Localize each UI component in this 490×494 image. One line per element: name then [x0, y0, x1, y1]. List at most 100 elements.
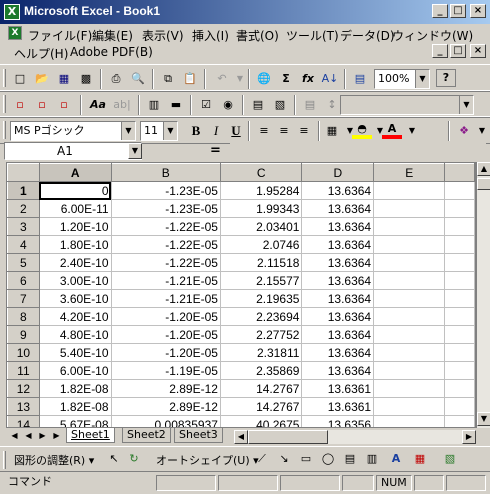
spreadsheet-grid[interactable]: A B C D E 1 0 -1.23E-05 1.95284 13.6364 2 6.00…: [6, 162, 476, 428]
cell-c[interactable]: 2.31811: [219, 343, 303, 362]
borders-icon[interactable]: ▦: [322, 121, 342, 141]
font-color-icon[interactable]: A: [382, 121, 402, 139]
row-header[interactable]: 7: [7, 289, 40, 308]
chevron-down-icon[interactable]: ▼: [459, 96, 473, 114]
undo-icon[interactable]: ↶: [212, 69, 232, 89]
cell-e[interactable]: [373, 253, 446, 272]
cell-b[interactable]: -1.20E-05: [110, 343, 221, 362]
textbox-icon[interactable]: ▤: [340, 449, 360, 469]
cell-b[interactable]: -1.21E-05: [110, 289, 221, 308]
row-header[interactable]: 12: [7, 379, 40, 398]
cell-c[interactable]: 1.99343: [219, 199, 303, 218]
cell-b[interactable]: 2.89E-12: [110, 397, 221, 416]
select-objects-icon[interactable]: ↖: [104, 449, 124, 469]
cell-c[interactable]: 2.0746: [219, 235, 303, 254]
vertical-scrollbar[interactable]: ▲ ▼: [476, 162, 490, 428]
rectangle-icon[interactable]: ▭: [296, 449, 316, 469]
row-header[interactable]: 5: [7, 253, 40, 272]
cell-e[interactable]: [373, 361, 446, 380]
menu-help[interactable]: ヘルプ(H): [14, 45, 68, 62]
cell-f[interactable]: [444, 181, 475, 200]
cell-a[interactable]: 3.00E-10: [38, 271, 112, 290]
font-color-dropdown-icon[interactable]: ▼: [402, 121, 422, 141]
cell-a[interactable]: 4.20E-10: [38, 307, 112, 326]
cell-f[interactable]: [444, 271, 475, 290]
workbook-icon[interactable]: X: [8, 26, 22, 40]
menu-data[interactable]: データ(D): [340, 27, 395, 44]
row-header[interactable]: 9: [7, 325, 40, 344]
cell-e[interactable]: [373, 217, 446, 236]
name-box[interactable]: A1: [4, 142, 142, 160]
cell-d[interactable]: 13.6364: [301, 289, 375, 308]
excel-app-icon[interactable]: X: [4, 4, 20, 20]
vertical-textbox-icon[interactable]: ▥: [362, 449, 382, 469]
tab-sheet2[interactable]: Sheet2: [122, 428, 171, 443]
toolbar-options-icon[interactable]: ▼: [472, 121, 490, 141]
cell-b[interactable]: 0.00835937: [110, 415, 221, 427]
row-header[interactable]: 8: [7, 307, 40, 326]
cell-b[interactable]: -1.21E-05: [110, 271, 221, 290]
chevron-down-icon[interactable]: ▼: [128, 143, 142, 159]
cell-d[interactable]: 13.6361: [301, 397, 375, 416]
cell-d[interactable]: 13.6364: [301, 343, 375, 362]
control-select[interactable]: ▼: [340, 95, 474, 115]
row-header[interactable]: 6: [7, 271, 40, 290]
cell-f[interactable]: [444, 289, 475, 308]
cell-c[interactable]: 2.19635: [219, 289, 303, 308]
wordart-icon[interactable]: A: [386, 449, 406, 469]
zoom-select[interactable]: 100% ▼: [374, 69, 430, 89]
scroll-down-icon[interactable]: ▼: [477, 412, 490, 426]
cell-d[interactable]: 13.6364: [301, 253, 375, 272]
cell-b[interactable]: -1.22E-05: [110, 217, 221, 236]
align-center-icon[interactable]: ≡: [274, 121, 294, 141]
cell-f[interactable]: [444, 415, 475, 427]
tab-sheet1[interactable]: Sheet1: [66, 428, 115, 443]
chevron-down-icon[interactable]: ▼: [415, 70, 429, 88]
insert-function-icon[interactable]: fx: [298, 69, 318, 89]
menu-view[interactable]: 表示(V): [142, 27, 184, 44]
align-left-icon[interactable]: ≡: [254, 121, 274, 141]
cell-e[interactable]: [373, 235, 446, 254]
menu-tools[interactable]: ツール(T): [286, 27, 339, 44]
checkbox-icon[interactable]: ☑: [196, 95, 216, 115]
cell-b[interactable]: -1.23E-05: [110, 181, 221, 200]
cell-a[interactable]: 2.40E-10: [38, 253, 112, 272]
close-button[interactable]: ×: [470, 4, 486, 18]
menu-edit[interactable]: 編集(E): [92, 27, 133, 44]
pdf-email-icon[interactable]: ▫: [32, 95, 52, 115]
draw-adjust-menu[interactable]: 図形の調整(R) ▾: [14, 452, 94, 468]
cell-e[interactable]: [373, 379, 446, 398]
doc-restore-button[interactable]: □: [450, 44, 466, 58]
column-header[interactable]: A: [38, 163, 112, 182]
cell-c[interactable]: 14.2767: [219, 397, 303, 416]
cell-d[interactable]: 13.6364: [301, 199, 375, 218]
cell-d[interactable]: 13.6361: [301, 379, 375, 398]
copy-icon[interactable]: ⧉: [158, 69, 178, 89]
help-button[interactable]: ?: [436, 69, 456, 87]
row-header[interactable]: 1: [7, 181, 40, 200]
cell-a[interactable]: 6.00E-11: [38, 199, 112, 218]
cell-e[interactable]: [373, 343, 446, 362]
button-control-icon[interactable]: ▬: [166, 95, 186, 115]
cell-b[interactable]: 2.89E-12: [110, 379, 221, 398]
print-preview-icon[interactable]: 🔍: [128, 69, 148, 89]
cell-c[interactable]: 2.03401: [219, 217, 303, 236]
paste-icon[interactable]: 📋: [180, 69, 200, 89]
cell-d[interactable]: 13.6364: [301, 235, 375, 254]
maximize-button[interactable]: □: [450, 4, 466, 18]
cell-c[interactable]: 14.2767: [219, 379, 303, 398]
bold-button[interactable]: B: [186, 121, 206, 141]
equals-icon[interactable]: =: [210, 143, 221, 158]
toolbar-grip[interactable]: [3, 69, 6, 87]
undo-dropdown-icon[interactable]: ▼: [230, 69, 250, 89]
row-header[interactable]: 14: [7, 415, 40, 427]
scroll-right-icon[interactable]: ▶: [462, 430, 476, 444]
cell-f[interactable]: [444, 325, 475, 344]
cell-d[interactable]: 13.6364: [301, 325, 375, 344]
rotate-icon[interactable]: ↻: [124, 449, 144, 469]
combo-list-icon[interactable]: ▤: [300, 95, 320, 115]
menu-window[interactable]: ウィンドウ(W): [392, 27, 473, 44]
cell-f[interactable]: [444, 217, 475, 236]
menu-file[interactable]: ファイル(F): [28, 27, 92, 44]
formula-input[interactable]: [230, 142, 486, 160]
